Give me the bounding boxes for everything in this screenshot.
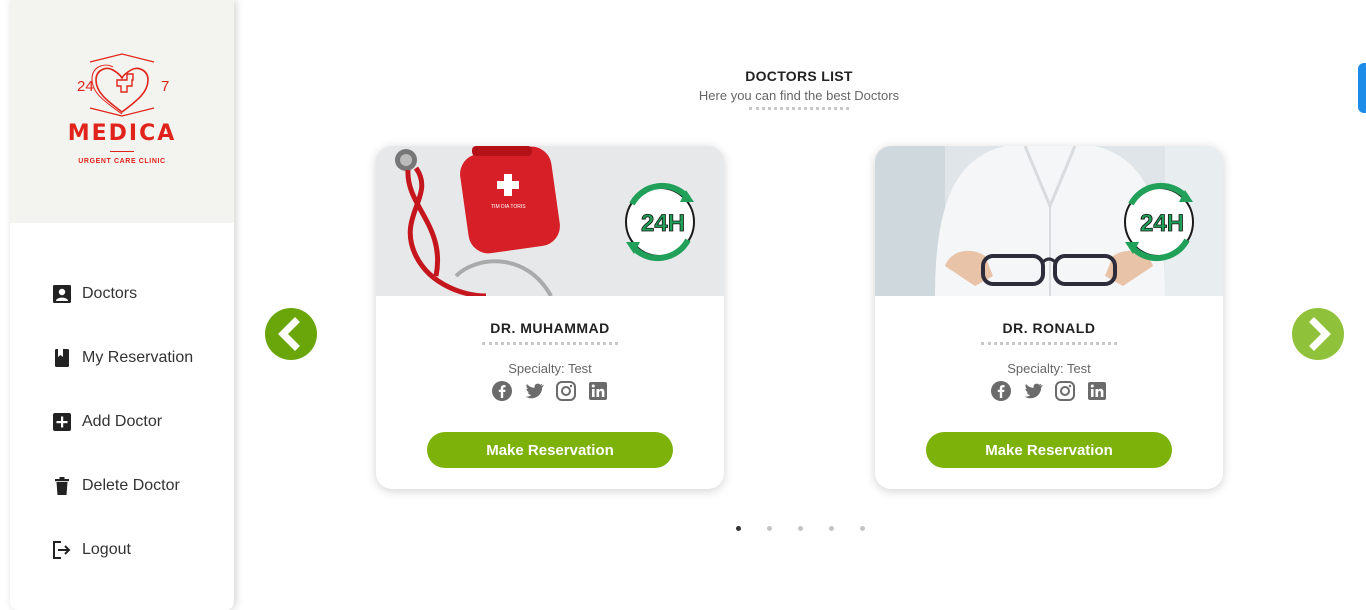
sidebar-item-label: Logout [82, 541, 131, 558]
sidebar-nav: Doctors My Reservation Add Doctor Delete… [10, 262, 234, 582]
bookmark-book-icon [55, 349, 69, 367]
sidebar-item-my-reservation[interactable]: My Reservation [10, 326, 234, 390]
person-card-icon [53, 285, 71, 303]
chevron-left-icon [265, 308, 317, 360]
instagram-icon[interactable] [555, 380, 577, 402]
sidebar-item-logout[interactable]: Logout [10, 518, 234, 582]
brand-number-7: 7 [161, 78, 169, 95]
doctor-card: 24H DR. RONALD Specialty: Test Make Rese… [875, 146, 1223, 489]
doctor-name: DR. RONALD [1002, 320, 1096, 336]
heading-divider [749, 107, 849, 110]
instagram-icon[interactable] [1054, 380, 1076, 402]
carousel-prev-button[interactable] [265, 308, 317, 360]
logout-icon [53, 541, 71, 559]
doctor-card: TIM DIA TORIS 24H DR. MUHAMMAD Specialty… [376, 146, 724, 489]
page-subtitle: Here you can find the best Doctors [698, 88, 900, 103]
doctor-specialty: Specialty: Test [508, 361, 592, 376]
pagination-dot[interactable] [860, 526, 865, 531]
edge-tab[interactable] [1358, 63, 1366, 113]
heart-cross-logo-icon: 24 7 [77, 53, 169, 117]
social-links [376, 380, 724, 402]
sidebar-item-add-doctor[interactable]: Add Doctor [10, 390, 234, 454]
linkedin-icon[interactable] [587, 380, 609, 402]
name-divider [482, 342, 618, 345]
make-reservation-button[interactable]: Make Reservation [926, 432, 1172, 468]
doctor-holding-glasses-image: 24H [875, 146, 1223, 296]
facebook-icon[interactable] [491, 380, 513, 402]
pagination-dot[interactable] [798, 526, 803, 531]
page-heading: DOCTORS LIST Here you can find the best … [549, 68, 1049, 110]
brand-divider [110, 151, 134, 152]
sidebar-item-doctors[interactable]: Doctors [10, 262, 234, 326]
make-reservation-button[interactable]: Make Reservation [427, 432, 673, 468]
badge-text: 24H [1140, 210, 1184, 237]
pagination-dot[interactable] [736, 526, 741, 531]
first-aid-kit-stethoscope-image: TIM DIA TORIS 24H [376, 146, 724, 296]
twitter-icon[interactable] [523, 380, 545, 402]
twitter-icon[interactable] [1022, 380, 1044, 402]
kit-label: TIM DIA TORIS [491, 204, 526, 210]
clock-24h-badge: 24H [1124, 182, 1194, 262]
page-title: DOCTORS LIST [745, 68, 853, 84]
carousel-pagination [736, 526, 865, 531]
brand-tagline: URGENT CARE CLINIC [78, 158, 166, 165]
plus-box-icon [53, 413, 71, 431]
facebook-icon[interactable] [990, 380, 1012, 402]
brand-number-24: 24 [77, 78, 94, 95]
linkedin-icon[interactable] [1086, 380, 1108, 402]
social-links [875, 380, 1223, 402]
pagination-dot[interactable] [767, 526, 772, 531]
doctor-photo: 24H [875, 146, 1223, 296]
carousel-next-button[interactable] [1292, 308, 1344, 360]
sidebar-item-label: Doctors [82, 285, 138, 302]
brand-name: MEDICA [67, 121, 177, 146]
name-divider [981, 342, 1117, 345]
doctor-name: DR. MUHAMMAD [490, 320, 610, 336]
doctor-photo: TIM DIA TORIS 24H [376, 146, 724, 296]
sidebar-item-label: Add Doctor [82, 413, 163, 430]
logo: 24 7 MEDICA URGENT CARE CLINIC [10, 0, 234, 223]
sidebar-item-label: My Reservation [82, 349, 194, 366]
pagination-dot[interactable] [829, 526, 834, 531]
doctor-specialty: Specialty: Test [1007, 361, 1091, 376]
sidebar: 24 7 MEDICA URGENT CARE CLINIC Doctors M… [10, 0, 234, 610]
sidebar-item-delete-doctor[interactable]: Delete Doctor [10, 454, 234, 518]
chevron-right-icon [1292, 308, 1344, 360]
trash-icon [55, 477, 69, 495]
clock-24h-badge: 24H [625, 182, 695, 262]
sidebar-item-label: Delete Doctor [82, 477, 180, 494]
badge-text: 24H [641, 210, 685, 237]
